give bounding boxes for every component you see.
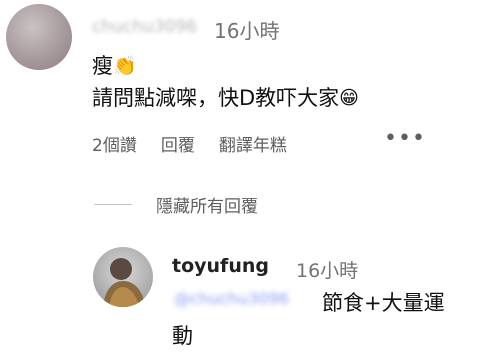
comment-text: 請問點減㗎，快D教吓大家 bbox=[92, 86, 340, 110]
likes-count[interactable]: 2個讚 bbox=[92, 131, 137, 156]
more-options-icon[interactable]: ••• bbox=[384, 126, 426, 151]
reply-timestamp: 16小時 bbox=[296, 260, 359, 282]
reply-avatar-image bbox=[93, 247, 153, 307]
reply-mention[interactable]: @chuchu3096 bbox=[174, 289, 289, 308]
comment-text-line-2: 請問點減㗎，快D教吓大家😁 bbox=[92, 82, 359, 112]
reply-text-line-1: 節食+大量運 bbox=[322, 291, 445, 315]
comment-timestamp: 16小時 bbox=[214, 19, 280, 43]
comment-thread: chuchu3096 16小時 瘦👏 請問點減㗎，快D教吓大家😁 2個讚 回覆 … bbox=[0, 0, 492, 359]
comment-actions: 2個讚 回覆 翻譯年糕 bbox=[92, 131, 287, 156]
divider bbox=[94, 204, 132, 205]
reply-avatar[interactable] bbox=[93, 247, 153, 307]
reply-text-line-2: 動 bbox=[172, 324, 193, 348]
reply-button[interactable]: 回覆 bbox=[161, 131, 195, 156]
hide-replies-button[interactable]: 隱藏所有回覆 bbox=[156, 192, 258, 217]
translate-button[interactable]: 翻譯年糕 bbox=[219, 131, 287, 156]
grin-emoji-icon: 😁 bbox=[339, 87, 359, 109]
comment-text: 瘦 bbox=[92, 54, 113, 78]
reply-username[interactable]: toyufung bbox=[172, 255, 269, 277]
avatar[interactable] bbox=[6, 4, 72, 70]
comment-text-line-1: 瘦👏 bbox=[92, 50, 137, 80]
clap-icon: 👏 bbox=[113, 55, 137, 77]
comment-username[interactable]: chuchu3096 bbox=[92, 17, 197, 37]
